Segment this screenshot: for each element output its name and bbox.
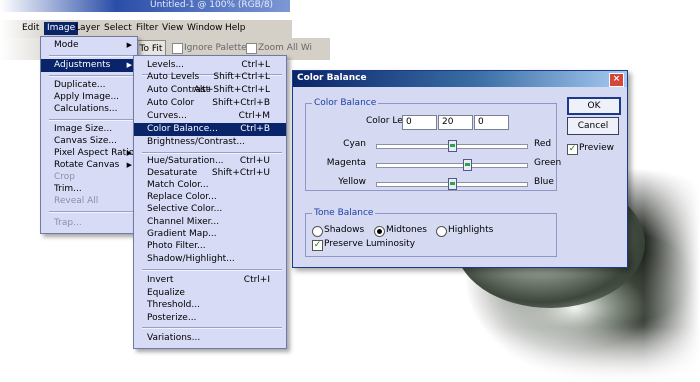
menu-separator: [49, 75, 133, 77]
menu-view[interactable]: View: [162, 23, 183, 33]
menu-item-curves[interactable]: Curves... Ctrl+M: [134, 110, 286, 123]
ok-button[interactable]: OK: [567, 97, 621, 115]
slider-track[interactable]: [376, 140, 528, 152]
window-title: Untitled-1 @ 100% (RGB/8): [150, 0, 274, 10]
menu-filter[interactable]: Filter: [136, 23, 158, 33]
menu-item-adjustments[interactable]: Adjustments ▶: [41, 59, 137, 72]
menu-window[interactable]: Window: [187, 23, 223, 33]
menu-separator: [142, 152, 282, 154]
color-level-magenta-green-field[interactable]: 20: [438, 115, 473, 130]
menu-item-posterize[interactable]: Posterize...: [134, 312, 286, 325]
slider-label-yellow: Yellow: [338, 177, 366, 187]
preview-label: Preview: [579, 143, 615, 153]
menu-help[interactable]: Help: [225, 23, 246, 33]
zoom-all-windows-checkbox[interactable]: [246, 43, 257, 54]
menu-separator: [142, 269, 282, 271]
preserve-luminosity-checkbox[interactable]: ✓: [312, 240, 323, 251]
slider-label-green: Green: [534, 158, 562, 168]
image-menu: Mode ▶ Adjustments ▶ Duplicate... Apply Im…: [40, 36, 138, 234]
color-balance-group-label: Color Balance: [312, 98, 379, 108]
shadows-radio[interactable]: [312, 226, 323, 237]
zoom-all-windows-label: Zoom All Wi: [258, 43, 313, 53]
shadows-label: Shadows: [324, 225, 365, 235]
menu-separator: [49, 211, 133, 213]
adjustments-submenu: Levels... Ctrl+L Auto Levels Shift+Ctrl+L …: [133, 55, 287, 349]
menu-item-threshold[interactable]: Threshold...: [134, 299, 286, 312]
slider-thumb[interactable]: [448, 178, 457, 190]
submenu-arrow-icon: ▶: [126, 61, 132, 69]
slider-thumb[interactable]: [463, 159, 472, 171]
menu-layer[interactable]: Layer: [75, 23, 100, 33]
slider-label-cyan: Cyan: [343, 139, 366, 149]
menu-item-calculations[interactable]: Calculations...: [41, 103, 137, 116]
color-balance-group: Color Balance Color Levels: 0 20 0 Cyan …: [305, 98, 561, 191]
menu-item-brightness-contrast[interactable]: Brightness/Contrast...: [134, 136, 286, 149]
menu-item-photo-filter[interactable]: Photo Filter...: [134, 240, 286, 253]
cancel-button[interactable]: Cancel: [567, 117, 619, 135]
menu-item-invert[interactable]: Invert Ctrl+I: [134, 274, 286, 287]
slider-track[interactable]: [376, 159, 528, 171]
ignore-palettes-checkbox[interactable]: [172, 43, 183, 54]
menu-item-color-balance[interactable]: Color Balance... Ctrl+B: [134, 123, 286, 136]
menu-item-auto-levels[interactable]: Auto Levels Shift+Ctrl+L: [134, 71, 286, 84]
close-icon[interactable]: ×: [609, 73, 624, 87]
color-balance-dialog: Color Balance × Color Balance Color Leve…: [292, 70, 628, 268]
ignore-palettes-label: Ignore Palettes: [184, 43, 252, 53]
dialog-title: Color Balance: [297, 73, 367, 83]
menu-edit[interactable]: Edit: [22, 23, 39, 33]
menu-item-shadow-highlight[interactable]: Shadow/Highlight...: [134, 253, 286, 266]
menu-item-variations[interactable]: Variations...: [134, 332, 286, 345]
menu-item-auto-color[interactable]: Auto Color Shift+Ctrl+B: [134, 97, 286, 110]
slider-label-magenta: Magenta: [326, 158, 366, 168]
menu-item-mode[interactable]: Mode ▶: [41, 39, 137, 52]
highlights-radio[interactable]: [436, 226, 447, 237]
tone-balance-group-label: Tone Balance: [312, 208, 376, 218]
menu-item-auto-contrast[interactable]: Auto Contrast Alt+Shift+Ctrl+L: [134, 84, 286, 97]
preview-checkbox[interactable]: ✓: [567, 144, 578, 155]
slider-track[interactable]: [376, 178, 528, 190]
menu-item-reveal-all: Reveal All: [54, 196, 99, 206]
slider-thumb[interactable]: [448, 140, 457, 152]
submenu-arrow-icon: ▶: [126, 41, 132, 49]
menu-separator: [49, 55, 133, 57]
slider-label-blue: Blue: [534, 177, 554, 187]
window-titlebar: Untitled-1 @ 100% (RGB/8): [0, 0, 290, 12]
dialog-titlebar[interactable]: Color Balance ×: [293, 71, 627, 87]
tone-balance-group: Tone Balance Shadows Midtones Highlights…: [305, 208, 557, 257]
midtones-radio[interactable]: [374, 226, 385, 237]
menu-item-trap: Trap...: [54, 218, 82, 228]
slider-row-cyan-red: Cyan Red: [306, 139, 556, 152]
menu-select[interactable]: Select: [104, 23, 132, 33]
midtones-label: Midtones: [386, 225, 427, 235]
highlights-label: Highlights: [448, 225, 494, 235]
menu-image[interactable]: Image: [44, 22, 79, 35]
menu-separator: [142, 327, 282, 329]
menu-item-selective-color[interactable]: Selective Color...: [134, 203, 286, 216]
color-level-yellow-blue-field[interactable]: 0: [474, 115, 509, 130]
preserve-luminosity-label: Preserve Luminosity: [324, 239, 416, 249]
slider-row-magenta-green: Magenta Green: [306, 158, 561, 171]
menu-separator: [49, 119, 133, 121]
color-level-cyan-red-field[interactable]: 0: [402, 115, 437, 130]
slider-row-yellow-blue: Yellow Blue: [306, 177, 556, 190]
slider-label-red: Red: [534, 139, 552, 149]
